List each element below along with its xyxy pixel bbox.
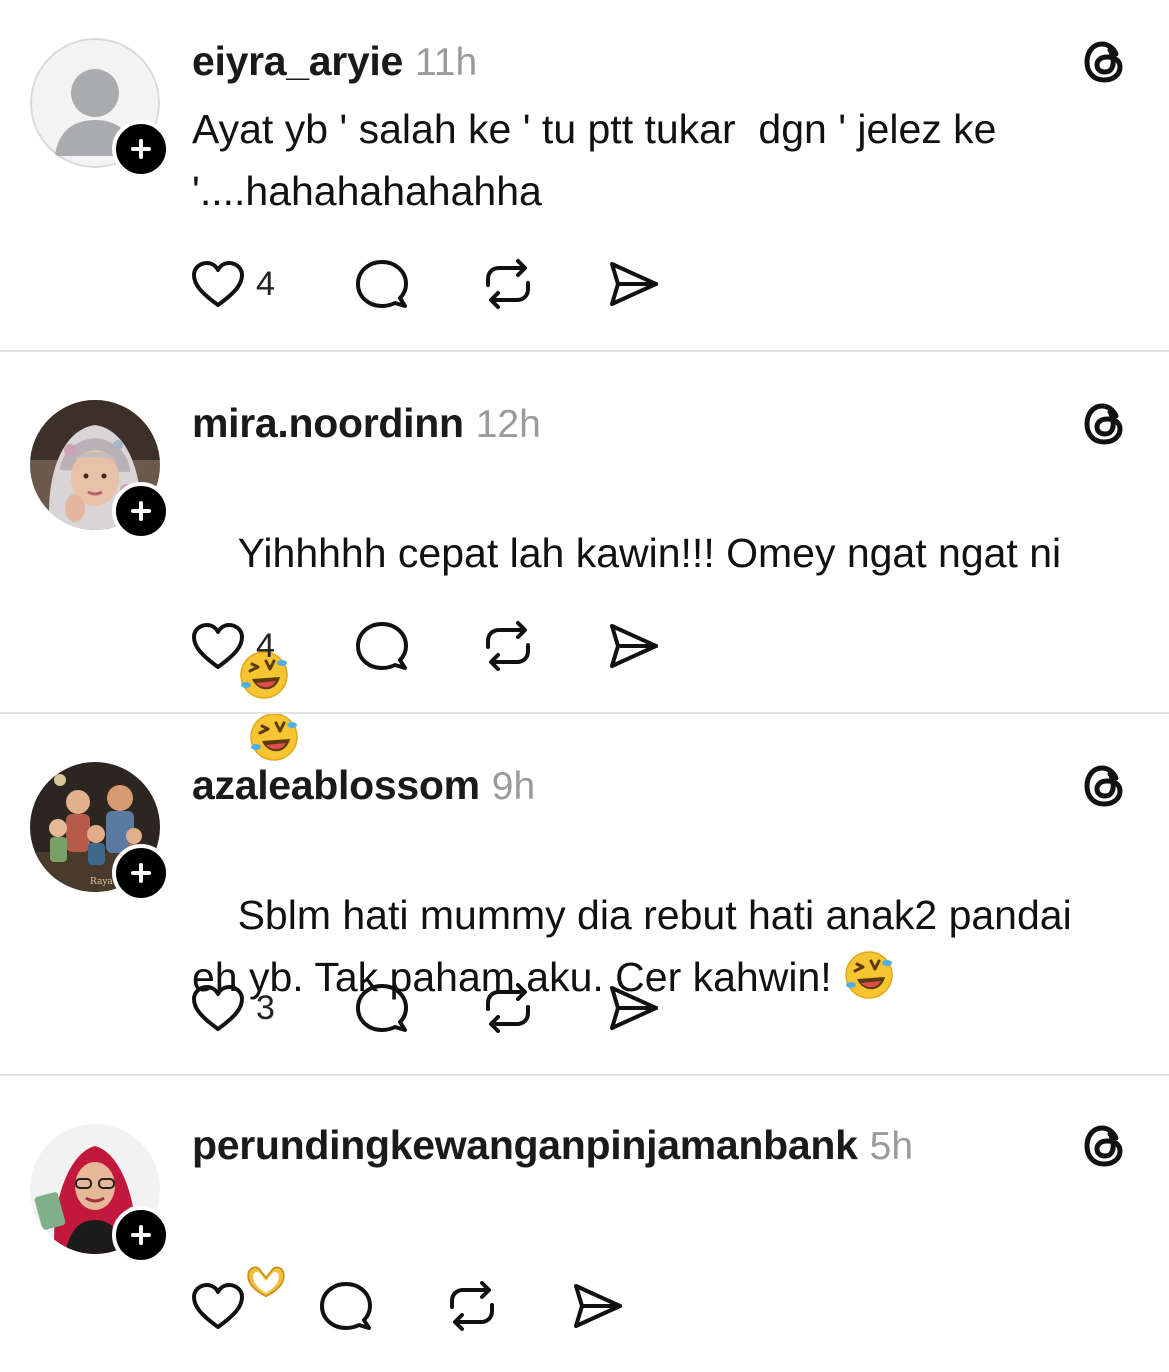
username[interactable]: perundingkewanganpinjamanbank	[192, 1122, 858, 1168]
reply-button[interactable]	[354, 980, 410, 1036]
username[interactable]: azaleablossom	[192, 762, 480, 808]
post-header: eiyra_aryie 11h	[192, 36, 477, 86]
rolling-laughing-emoji-icon	[249, 713, 298, 761]
share-button[interactable]	[606, 980, 662, 1036]
threads-logo-icon[interactable]	[1080, 36, 1132, 88]
threads-logo-icon[interactable]	[1080, 760, 1132, 812]
like-count: 4	[256, 264, 275, 303]
like-count: 3	[256, 988, 275, 1027]
repost-button[interactable]	[480, 256, 536, 312]
follow-button[interactable]	[112, 1206, 170, 1264]
repost-button[interactable]	[444, 1278, 500, 1334]
timestamp: 5h	[869, 1125, 914, 1168]
heart-outline-icon	[192, 985, 244, 1031]
post-text-content: Yihhhhh cepat lah kawin!!! Omey ngat nga…	[237, 530, 1062, 576]
send-paper-plane-icon	[610, 624, 658, 668]
timestamp: 11h	[415, 41, 478, 84]
speech-bubble-icon	[356, 260, 408, 308]
speech-bubble-icon	[320, 1282, 372, 1330]
speech-bubble-icon	[356, 622, 408, 670]
post-header: mira.noordinn 12h	[192, 398, 541, 448]
timestamp: 9h	[491, 765, 536, 808]
speech-bubble-icon	[356, 984, 408, 1032]
reply-button[interactable]	[354, 256, 410, 312]
follow-button[interactable]	[112, 844, 170, 902]
avatar-container[interactable]	[30, 400, 170, 540]
post-text: Ayat yb ' salah ke ' tu ptt tukar dgn ' …	[192, 106, 997, 214]
send-paper-plane-icon	[574, 1284, 622, 1328]
heart-outline-icon	[192, 623, 244, 669]
like-count: 4	[256, 626, 275, 665]
post-text: Sblm hati mummy dia rebut hati anak2 pan…	[192, 822, 1142, 1070]
avatar-container[interactable]: Raya 2025	[30, 762, 170, 902]
post-header: perundingkewanganpinjamanbank 5h	[192, 1120, 913, 1170]
like-button[interactable]: 4	[190, 618, 275, 674]
send-paper-plane-icon	[610, 262, 658, 306]
post-divider	[0, 1074, 1169, 1076]
like-button[interactable]	[190, 1278, 256, 1334]
post-header: azaleablossom 9h	[192, 760, 535, 810]
avatar-container[interactable]	[30, 38, 170, 178]
send-paper-plane-icon	[610, 986, 658, 1030]
post-divider	[0, 712, 1169, 714]
repost-button[interactable]	[480, 980, 536, 1036]
repost-arrows-icon	[486, 983, 530, 1033]
threads-logo-icon[interactable]	[1080, 1120, 1132, 1172]
repost-arrows-icon	[486, 259, 530, 309]
post-divider	[0, 350, 1169, 352]
threads-logo-icon[interactable]	[1080, 398, 1132, 450]
repost-button[interactable]	[480, 618, 536, 674]
repost-arrows-icon	[450, 1281, 494, 1331]
reply-button[interactable]	[318, 1278, 374, 1334]
like-button[interactable]: 3	[190, 980, 275, 1036]
share-button[interactable]	[570, 1278, 626, 1334]
heart-outline-icon	[192, 261, 244, 307]
username[interactable]: mira.noordinn	[192, 400, 464, 446]
heart-outline-icon	[192, 1283, 244, 1329]
follow-button[interactable]	[112, 482, 170, 540]
like-button[interactable]: 4	[190, 256, 275, 312]
follow-button[interactable]	[112, 120, 170, 178]
repost-arrows-icon	[486, 621, 530, 671]
timestamp: 12h	[475, 403, 541, 446]
rolling-laughing-emoji-icon	[845, 951, 893, 999]
reply-button[interactable]	[354, 618, 410, 674]
username[interactable]: eiyra_aryie	[192, 38, 403, 84]
share-button[interactable]	[606, 256, 662, 312]
avatar-container[interactable]	[30, 1124, 170, 1264]
share-button[interactable]	[606, 618, 662, 674]
